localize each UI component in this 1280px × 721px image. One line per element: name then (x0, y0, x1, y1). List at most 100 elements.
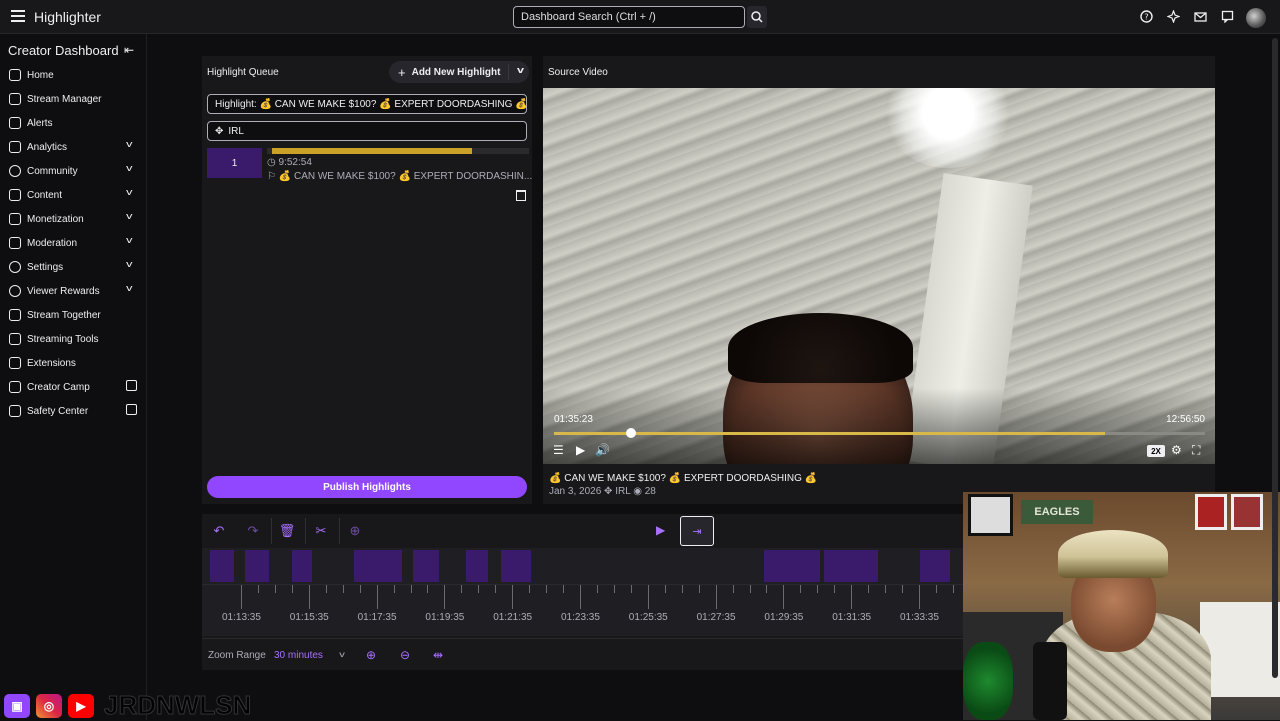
category-field[interactable]: ✥ IRL (207, 121, 527, 141)
video-scrubber[interactable] (554, 432, 1105, 435)
sidebar-item-streaming-tools[interactable]: Streaming Tools (0, 327, 147, 351)
ruler-major-tick (241, 585, 242, 609)
ruler-minor-tick (461, 585, 463, 593)
play-icon[interactable]: ▶ (576, 443, 585, 457)
settings-icon[interactable]: ⚙ (1171, 443, 1182, 457)
sidebar-item-analytics[interactable]: Analytics v (0, 135, 147, 159)
sidebar-item-creator-camp[interactable]: Creator Camp (0, 375, 147, 399)
menu-icon[interactable] (8, 7, 28, 27)
add-clip-icon[interactable]: ⊕ (347, 523, 363, 539)
track-segment[interactable] (764, 550, 820, 582)
ruler-minor-tick (885, 585, 887, 593)
ruler-minor-tick (359, 585, 361, 593)
social-overlay: ▣ ◎ ▶ JRDNWLSN (4, 690, 252, 721)
undo-icon[interactable]: ↶ (211, 523, 227, 539)
zoom-in-icon[interactable]: ⊕ (366, 648, 376, 662)
ruler-minor-tick (952, 585, 954, 593)
sidebar-item-stream-together[interactable]: Stream Together (0, 303, 147, 327)
video-player[interactable]: 01:35:23 12:56:50 ☰ ▶ 🔊 2X ⚙ ⛶ (543, 88, 1215, 464)
chevron-down-icon[interactable]: v (339, 650, 345, 659)
add-new-highlight-button[interactable]: + Add New Highlight v (389, 61, 529, 83)
sidebar-item-content[interactable]: Content v (0, 183, 147, 207)
sidebar-item-moderation[interactable]: Moderation v (0, 231, 147, 255)
ruler-major-tick (919, 585, 920, 609)
ruler-minor-tick (698, 585, 700, 593)
search-button[interactable] (747, 6, 767, 28)
highlight-title-field[interactable]: Highlight: 💰 CAN WE MAKE $100? 💰 EXPERT … (207, 94, 527, 114)
scrubber-handle[interactable] (625, 428, 636, 438)
clip-time-value: 9:52:54 (278, 157, 312, 168)
ruler-minor-tick (664, 585, 666, 593)
zoom-range-label: Zoom Range (208, 650, 266, 661)
zoom-out-icon[interactable]: ⊖ (400, 648, 410, 662)
ruler-minor-tick (902, 585, 904, 593)
total-duration: 12:56:50 (1166, 414, 1205, 425)
track-segment[interactable] (292, 550, 312, 582)
help-icon[interactable]: ? (1138, 8, 1155, 25)
extensions-icon (9, 357, 21, 369)
sidebar-title: Creator Dashboard (8, 43, 119, 58)
fit-timeline-icon[interactable]: ⇹ (433, 648, 443, 662)
chevron-down-icon[interactable]: v (517, 65, 524, 75)
sidebar-item-stream-manager[interactable]: Stream Manager (0, 87, 147, 111)
clip-number: 1 (207, 148, 262, 178)
add-new-highlight-label: Add New Highlight (411, 66, 501, 78)
redo-icon[interactable]: ↷ (245, 523, 261, 539)
home-icon (9, 69, 21, 81)
volume-icon[interactable]: 🔊 (595, 443, 610, 457)
timeline-ruler[interactable]: 01:13:35 01:15:35 01:17:35 01:19:35 01:21:35… (202, 584, 972, 636)
clip-title: ⚐ 💰 CAN WE MAKE $100? 💰 EXPERT DOORDASHI… (267, 171, 532, 182)
ruler-major-tick (512, 585, 514, 609)
track-segment[interactable] (413, 550, 439, 582)
chapters-icon[interactable]: ☰ (553, 443, 564, 457)
sidebar-item-settings[interactable]: Settings v (0, 255, 147, 279)
zoom-range-select[interactable]: 30 minutes (274, 650, 323, 661)
track-segment[interactable] (245, 550, 269, 582)
top-bar: Highlighter Dashboard Search (Ctrl + /) … (0, 0, 1280, 34)
video-category: IRL (615, 486, 631, 497)
sidebar-item-monetization[interactable]: Monetization v (0, 207, 147, 231)
sidebar-item-home[interactable]: Home (0, 63, 147, 87)
track-segment[interactable] (354, 550, 402, 582)
collapse-sidebar-icon[interactable]: ⇤ (124, 43, 134, 57)
user-avatar[interactable] (1246, 8, 1266, 28)
page-scrollbar[interactable] (1272, 38, 1278, 678)
whisper-icon[interactable] (1219, 8, 1236, 25)
sidebar-item-alerts[interactable]: Alerts (0, 111, 147, 135)
sidebar-item-viewer-rewards[interactable]: Viewer Rewards v (0, 279, 147, 303)
fullscreen-icon[interactable]: ⛶ (1192, 443, 1200, 458)
chat-icon: ⚐ (267, 171, 279, 182)
ruler-minor-tick (257, 585, 259, 593)
stream-manager-icon (9, 93, 21, 105)
clip-progress-fill (272, 148, 472, 154)
inbox-icon[interactable] (1192, 8, 1209, 25)
publish-highlights-button[interactable]: Publish Highlights (207, 476, 527, 498)
sidebar-item-safety-center[interactable]: Safety Center (0, 399, 147, 423)
analytics-icon (9, 141, 21, 153)
delete-clip-icon[interactable] (516, 190, 526, 201)
track-segment[interactable] (501, 550, 531, 582)
track-segment[interactable] (466, 550, 488, 582)
search-input[interactable]: Dashboard Search (Ctrl + /) (513, 6, 745, 28)
ruler-major-tick (647, 585, 649, 609)
sidebar-item-extensions[interactable]: Extensions (0, 351, 147, 375)
external-link-icon (126, 404, 137, 415)
track-segment[interactable] (824, 550, 878, 582)
timeline-play-icon[interactable]: ▶ (656, 523, 672, 539)
highlight-clip-item[interactable]: 1 ◷ 9:52:54 ⚐ 💰 CAN WE MAKE $100? 💰 EXPE… (207, 148, 532, 206)
jump-to-playhead-icon[interactable]: ⇥ (680, 516, 714, 546)
sidebar-item-community[interactable]: Community v (0, 159, 147, 183)
timeline-track[interactable] (202, 548, 972, 584)
delete-icon[interactable]: 🗑 (279, 523, 296, 539)
track-segment[interactable] (920, 550, 950, 582)
ruler-minor-tick (393, 585, 395, 593)
content-icon (9, 189, 21, 201)
moderation-icon (9, 237, 21, 249)
playback-speed[interactable]: 2X (1147, 445, 1165, 457)
sidebar-item-label: Moderation (27, 237, 78, 249)
cut-icon[interactable]: ✂ (313, 523, 329, 539)
track-segment[interactable] (210, 550, 234, 582)
sidebar-item-label: Content (27, 189, 63, 201)
timeline-editor: ↶ ↷ 🗑 ✂ ⊕ ▶ ⇥ 01:13:35 01:15:35 01:17:35 01… (202, 514, 972, 670)
sparkle-icon[interactable] (1165, 8, 1182, 25)
